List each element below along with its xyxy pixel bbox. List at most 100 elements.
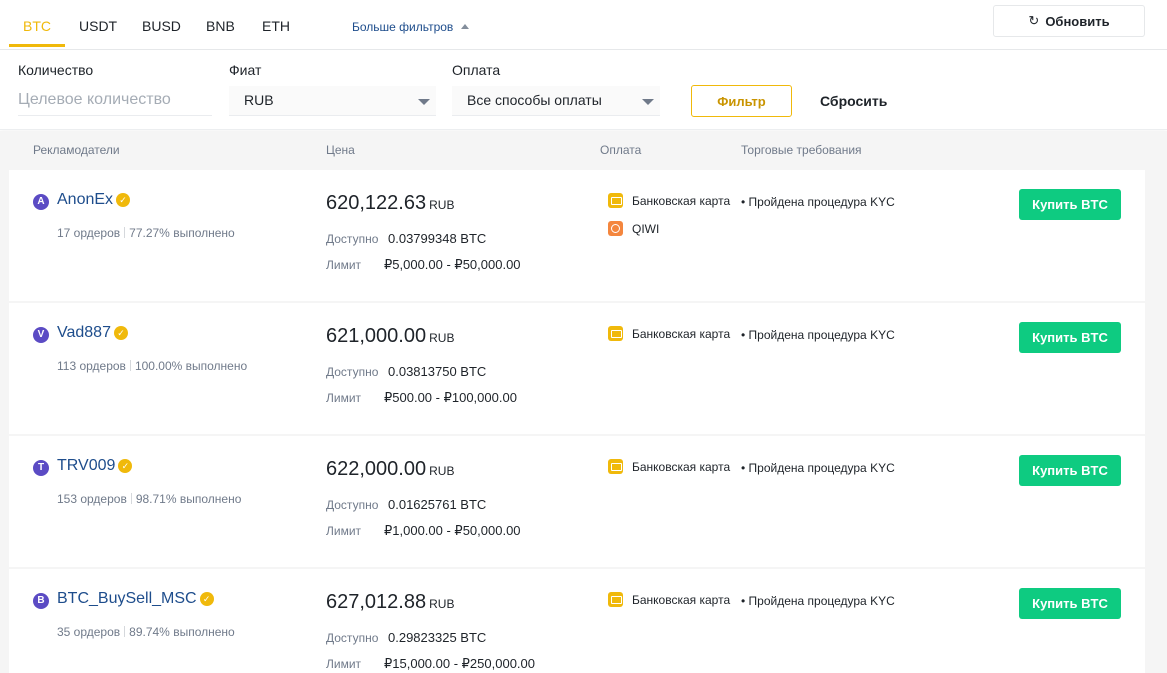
available-label: Доступно <box>326 365 379 379</box>
limit-label: Лимит <box>326 657 362 671</box>
buy-btc-button[interactable]: Купить BTC <box>1019 588 1121 619</box>
available-amount: 0.01625761 BTC <box>388 497 487 512</box>
price-value: 621,000.00 <box>326 325 427 347</box>
refresh-label: Обновить <box>1045 13 1110 29</box>
avatar: A <box>33 194 49 210</box>
available-amount: 0.03799348 BTC <box>388 231 487 246</box>
amount-label: Количество <box>18 62 94 78</box>
payment-method: Банковская карта <box>608 592 730 607</box>
buy-btc-button[interactable]: Купить BTC <box>1019 322 1121 353</box>
bank-card-icon <box>608 459 623 474</box>
trade-requirement: • Пройдена процедура KYC <box>741 461 895 475</box>
payment-select[interactable]: Все способы оплаты <box>452 86 660 116</box>
limit-range: ₽5,000.00 - ₽50,000.00 <box>384 257 521 272</box>
buy-btc-button[interactable]: Купить BTC <box>1019 189 1121 220</box>
header-payment: Оплата <box>600 143 642 157</box>
order-count: 153 ордеров <box>57 492 127 506</box>
bank-card-icon <box>608 193 623 208</box>
header-price: Цена <box>326 143 355 157</box>
advertiser-name: Vad887 <box>57 324 111 341</box>
amount-placeholder: Целевое количество <box>18 91 171 108</box>
price: 620,122.63 RUB <box>326 192 454 215</box>
stats-divider <box>130 493 132 504</box>
price-currency: RUB <box>429 597 455 611</box>
order-count: 113 ордеров <box>57 359 126 373</box>
advertiser-name-link[interactable]: Vad887 ✓ <box>57 324 128 342</box>
trade-requirement: • Пройдена процедура KYC <box>741 195 895 209</box>
limit-label: Лимит <box>326 524 362 538</box>
tab-eth[interactable]: ETH <box>262 18 290 34</box>
amount-input[interactable]: Целевое количество <box>18 86 212 116</box>
payment-method-name: Банковская карта <box>632 193 731 208</box>
buy-btc-button[interactable]: Купить BTC <box>1019 455 1121 486</box>
price-value: 622,000.00 <box>326 458 427 480</box>
completion-rate: 89.74% выполнено <box>129 625 235 639</box>
price: 621,000.00 RUB <box>326 325 454 348</box>
limit-label: Лимит <box>326 258 362 272</box>
limit-range: ₽15,000.00 - ₽250,000.00 <box>384 656 535 671</box>
payment-method: Банковская карта <box>608 193 730 208</box>
refresh-icon: ↻ <box>1028 13 1040 28</box>
offer-row: A AnonEx ✓ 17 ордеров 77.27% выполнено 620… <box>9 170 1145 301</box>
available-amount: 0.29823325 BTC <box>388 630 487 645</box>
available-label: Доступно <box>326 232 379 246</box>
filter-button[interactable]: Фильтр <box>691 85 792 117</box>
chevron-down-icon <box>418 99 430 105</box>
verified-badge-icon: ✓ <box>199 592 214 606</box>
bank-card-icon <box>608 592 623 607</box>
limit-range: ₽500.00 - ₽100,000.00 <box>384 390 517 405</box>
tab-btc[interactable]: BTC <box>23 18 51 34</box>
offer-row: V Vad887 ✓ 113 ордеров 100.00% выполнено 6… <box>9 303 1145 434</box>
available-label: Доступно <box>326 498 379 512</box>
offer-row: B BTC_BuySell_MSC ✓ 35 ордеров 89.74% выпо… <box>9 569 1145 673</box>
offers-table: Рекламодатели Цена Оплата Торговые требо… <box>0 131 1167 673</box>
advertiser-name: AnonEx <box>57 191 114 208</box>
avatar: T <box>33 460 49 476</box>
bank-card-icon <box>608 326 623 341</box>
header-advertisers: Рекламодатели <box>33 143 120 157</box>
payment-method-name: Банковская карта <box>632 592 731 607</box>
caret-up-icon <box>461 24 470 29</box>
filter-row: Количество Целевое количество Фиат RUB О… <box>0 50 1167 130</box>
tab-bnb[interactable]: BNB <box>206 18 235 34</box>
reset-button[interactable]: Сбросить <box>820 93 887 109</box>
payment-method-name: QIWI <box>632 221 660 236</box>
header-requirements: Торговые требования <box>741 143 862 157</box>
available-amount: 0.03813750 BTC <box>388 364 487 379</box>
price-currency: RUB <box>429 198 455 212</box>
tab-usdt[interactable]: USDT <box>79 18 117 34</box>
advertiser-name-link[interactable]: TRV009 ✓ <box>57 457 133 475</box>
price-currency: RUB <box>429 464 455 478</box>
more-filters-toggle[interactable]: Больше фильтров <box>352 20 470 34</box>
chevron-down-icon <box>642 99 654 105</box>
asset-tabs-bar: BTC USDT BUSD BNB ETH Больше фильтров ↻ … <box>0 0 1167 50</box>
stats-divider <box>129 360 131 371</box>
available-label: Доступно <box>326 631 379 645</box>
payment-label: Оплата <box>452 62 501 78</box>
advertiser-name-link[interactable]: AnonEx ✓ <box>57 191 131 209</box>
limit-label: Лимит <box>326 391 362 405</box>
fiat-value: RUB <box>244 92 274 108</box>
price: 627,012.88 RUB <box>326 591 454 614</box>
price: 622,000.00 RUB <box>326 458 454 481</box>
stats-divider <box>124 626 126 637</box>
price-value: 627,012.88 <box>326 591 427 613</box>
verified-badge-icon: ✓ <box>116 193 131 207</box>
advertiser-name-link[interactable]: BTC_BuySell_MSC ✓ <box>57 590 214 608</box>
limit-range: ₽1,000.00 - ₽50,000.00 <box>384 523 521 538</box>
advertiser-stats: 113 ордеров 100.00% выполнено <box>57 359 247 373</box>
payment-method-name: Банковская карта <box>632 459 731 474</box>
fiat-label: Фиат <box>229 62 262 78</box>
verified-badge-icon: ✓ <box>118 459 133 473</box>
completion-rate: 100.00% выполнено <box>134 359 248 373</box>
verified-badge-icon: ✓ <box>113 326 128 340</box>
trade-requirement: • Пройдена процедура KYC <box>741 328 895 342</box>
offer-row: T TRV009 ✓ 153 ордеров 98.71% выполнено 62… <box>9 436 1145 567</box>
payment-method: Банковская карта <box>608 326 730 341</box>
fiat-select[interactable]: RUB <box>229 86 436 116</box>
refresh-button[interactable]: ↻ Обновить <box>993 5 1145 37</box>
tab-busd[interactable]: BUSD <box>142 18 181 34</box>
advertiser-stats: 35 ордеров 89.74% выполнено <box>57 625 235 639</box>
completion-rate: 77.27% выполнено <box>129 226 235 240</box>
more-filters-label: Больше фильтров <box>352 20 454 34</box>
